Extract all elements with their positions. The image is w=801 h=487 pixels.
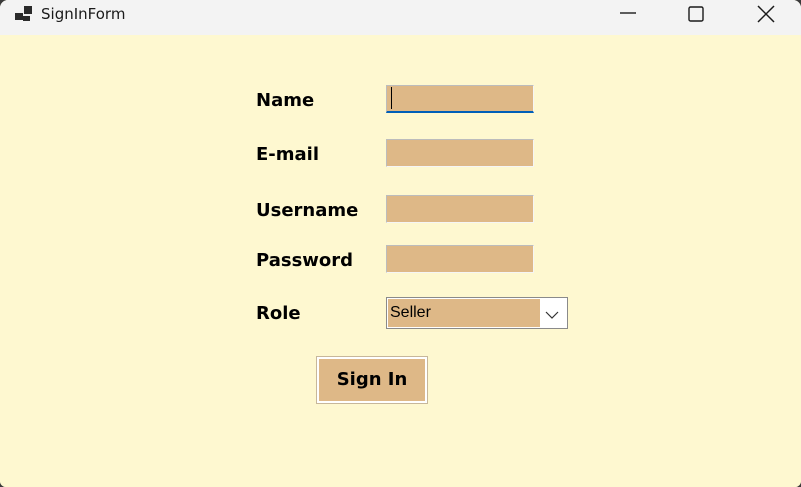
window-title: SignInForm (41, 5, 126, 23)
sign-in-button[interactable]: Sign In (316, 356, 428, 404)
text-caret (391, 87, 392, 109)
signin-window: SignInForm Name E-mail Username Password (0, 0, 801, 487)
maximize-button[interactable] (673, 0, 719, 30)
minimize-button[interactable] (605, 0, 651, 30)
maximize-icon (688, 6, 704, 22)
chevron-down-icon[interactable] (545, 307, 559, 325)
role-dropdown[interactable]: Seller (386, 297, 568, 329)
form-area: Name E-mail Username Password Role Selle… (0, 35, 801, 487)
username-label: Username (256, 200, 359, 221)
close-button[interactable] (743, 0, 789, 30)
name-field[interactable] (386, 85, 534, 113)
minimize-icon (620, 12, 636, 14)
title-bar[interactable]: SignInForm (0, 0, 801, 35)
app-icon (15, 5, 35, 25)
email-label: E-mail (256, 144, 320, 165)
email-field[interactable] (386, 139, 534, 167)
name-label: Name (256, 90, 315, 111)
username-field[interactable] (386, 195, 534, 223)
role-label: Role (256, 303, 301, 324)
password-field[interactable] (386, 245, 534, 273)
password-label: Password (256, 250, 354, 271)
close-icon (757, 5, 775, 23)
role-selected-value: Seller (388, 299, 540, 327)
